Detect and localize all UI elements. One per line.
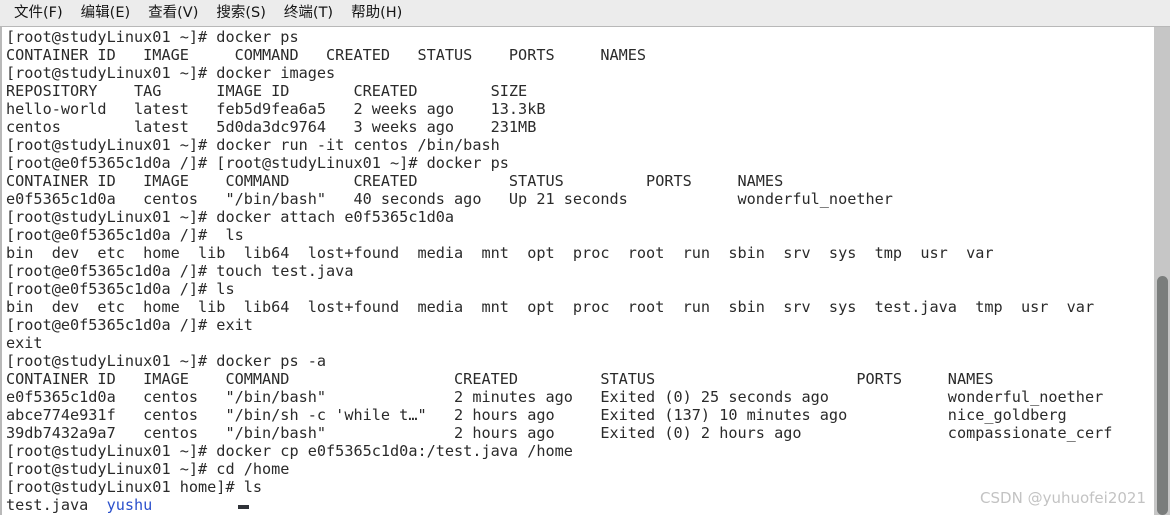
menu-terminal[interactable]: 终端(T) — [275, 2, 342, 25]
terminal-line: [root@e0f5365c1d0a /]# exit — [6, 316, 253, 334]
menu-file[interactable]: 文件(F) — [5, 2, 72, 25]
terminal-line: e0f5365c1d0a centos "/bin/bash" 2 minute… — [6, 388, 1104, 406]
terminal-line: [root@studyLinux01 ~]# docker attach e0f… — [6, 208, 455, 226]
terminal-window: 文件(F) 编辑(E) 查看(V) 搜索(S) 终端(T) 帮助(H) [root@stu… — [0, 0, 1170, 515]
terminal-line: e0f5365c1d0a centos "/bin/bash" 40 secon… — [6, 190, 893, 208]
terminal-line: CONTAINER ID IMAGE COMMAND CREATED STATU… — [6, 172, 784, 190]
terminal-line: [root@studyLinux01 ~]# docker ps -a — [6, 352, 327, 370]
terminal-line: hello-world latest feb5d9fea6a5 2 weeks … — [6, 100, 546, 118]
menu-bar: 文件(F) 编辑(E) 查看(V) 搜索(S) 终端(T) 帮助(H) — [0, 0, 1170, 27]
file-entry: test.java — [6, 496, 107, 514]
terminal-line: [root@studyLinux01 ~]# docker run -it ce… — [6, 136, 500, 154]
menu-view[interactable]: 查看(V) — [139, 2, 207, 25]
text-cursor — [238, 505, 249, 509]
terminal-line: 39db7432a9a7 centos "/bin/bash" 2 hours … — [6, 424, 1113, 442]
watermark: CSDN @yuhuofei2021 — [980, 489, 1146, 507]
menu-edit[interactable]: 编辑(E) — [72, 2, 139, 25]
terminal-line: [root@studyLinux01 ~]# cd /home — [6, 460, 290, 478]
terminal-line: exit — [6, 334, 43, 352]
terminal-line: REPOSITORY TAG IMAGE ID CREATED SIZE — [6, 82, 528, 100]
terminal-output-area[interactable]: [root@studyLinux01 ~]# docker ps CONTAINE… — [0, 27, 1170, 515]
terminal-left-rule — [0, 27, 2, 515]
terminal-line: centos latest 5d0da3dc9764 3 weeks ago 2… — [6, 118, 537, 136]
terminal-line: [root@e0f5365c1d0a /]# ls — [6, 280, 235, 298]
menu-help[interactable]: 帮助(H) — [342, 2, 411, 25]
terminal-line: CONTAINER ID IMAGE COMMAND CREATED STATU… — [6, 46, 647, 64]
terminal-line: [root@e0f5365c1d0a /]# [root@studyLinux0… — [6, 154, 509, 172]
terminal-line: bin dev etc home lib lib64 lost+found me… — [6, 298, 1095, 316]
terminal-line: [root@studyLinux01 ~]# docker images — [6, 64, 336, 82]
terminal-line: [root@studyLinux01 ~]# docker cp e0f5365… — [6, 442, 573, 460]
vertical-scrollbar[interactable] — [1153, 27, 1170, 515]
terminal-line: [root@e0f5365c1d0a /]# ls — [6, 226, 244, 244]
directory-entry: yushu — [106, 496, 153, 514]
terminal-line: bin dev etc home lib lib64 lost+found me… — [6, 244, 994, 262]
terminal-line: [root@studyLinux01 home]# ls — [6, 478, 263, 496]
terminal-line: [root@studyLinux01 ~]# docker ps — [6, 28, 299, 46]
terminal-line: test.java yushu — [6, 496, 1146, 514]
menu-search[interactable]: 搜索(S) — [207, 2, 275, 25]
terminal-line: [root@e0f5365c1d0a /]# touch test.java — [6, 262, 354, 280]
terminal-scroll-content: [root@studyLinux01 ~]# docker ps CONTAINE… — [6, 28, 1146, 514]
scrollbar-thumb[interactable] — [1157, 276, 1168, 515]
terminal-line: abce774e931f centos "/bin/sh -c 'while t… — [6, 406, 1067, 424]
terminal-line: CONTAINER ID IMAGE COMMAND CREATED STATU… — [6, 370, 994, 388]
